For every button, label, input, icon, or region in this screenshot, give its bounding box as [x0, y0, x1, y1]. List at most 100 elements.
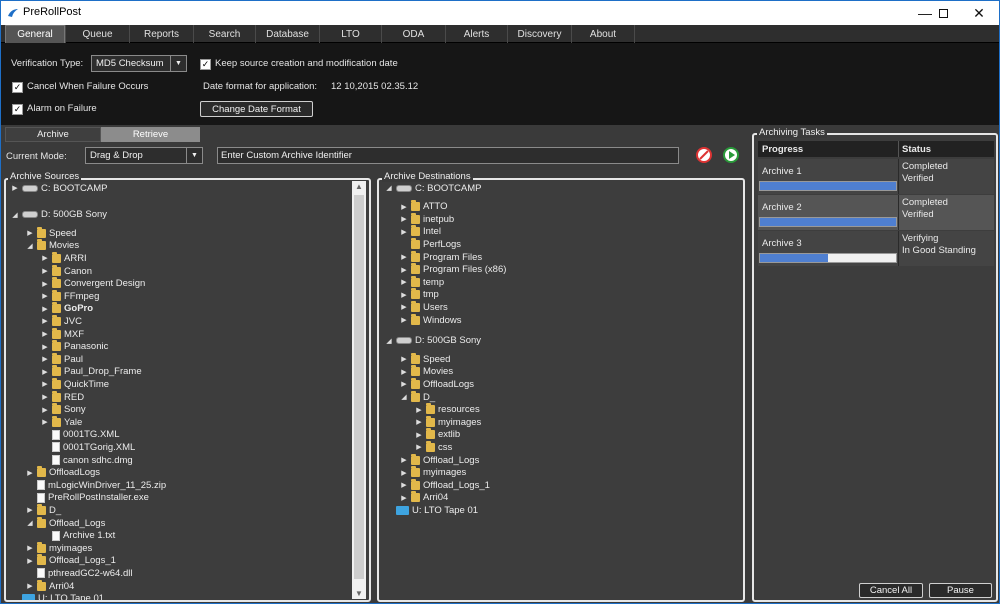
- tree-folder-item[interactable]: ▶ Sony: [40, 403, 86, 416]
- tab-database[interactable]: Database: [255, 25, 319, 43]
- task-row[interactable]: Archive 3 Verifying In Good Standing: [758, 231, 994, 266]
- tree-folder-item[interactable]: ▶ Arri04: [25, 579, 74, 592]
- tree-folder-item[interactable]: ▶ Movies: [399, 365, 453, 378]
- tree-folder-item[interactable]: ▶ Offload_Logs: [399, 453, 479, 466]
- cancel-all-button[interactable]: Cancel All: [859, 583, 923, 598]
- tab-alerts[interactable]: Alerts: [445, 25, 507, 43]
- tree-drive-item[interactable]: U: LTO Tape 01: [384, 504, 478, 516]
- pause-button[interactable]: Pause: [929, 583, 992, 598]
- archive-identifier-input[interactable]: Enter Custom Archive Identifier: [217, 147, 679, 164]
- tree-folder-item[interactable]: ▶ Canon: [40, 264, 92, 277]
- tree-folder-item[interactable]: ▶ Program Files: [399, 250, 482, 263]
- tree-folder-item[interactable]: ▶ FFmpeg: [40, 289, 99, 302]
- expand-arrow-icon[interactable]: ▶: [414, 406, 424, 414]
- tree-folder-item[interactable]: ▶ tmp: [399, 288, 439, 301]
- collapse-arrow-icon[interactable]: ◢: [399, 393, 409, 401]
- expand-arrow-icon[interactable]: ▶: [399, 494, 409, 502]
- expand-arrow-icon[interactable]: ▶: [40, 254, 50, 262]
- expand-arrow-icon[interactable]: ▶: [40, 380, 50, 388]
- tab-discovery[interactable]: Discovery: [507, 25, 571, 43]
- tab-reports[interactable]: Reports: [129, 25, 193, 43]
- expand-arrow-icon[interactable]: ▶: [10, 184, 20, 192]
- tree-file-item[interactable]: PreRollPostInstaller.exe: [25, 492, 149, 504]
- tree-folder-item[interactable]: ▶ RED: [40, 390, 84, 403]
- expand-arrow-icon[interactable]: ▶: [40, 267, 50, 275]
- tree-folder-item[interactable]: ▶ myimages: [25, 541, 92, 554]
- tree-folder-item[interactable]: ◢ Offload_Logs: [25, 516, 105, 529]
- tab-about[interactable]: About: [571, 25, 635, 43]
- expand-arrow-icon[interactable]: ▶: [399, 316, 409, 324]
- expand-arrow-icon[interactable]: ▶: [40, 393, 50, 401]
- cancel-failure-checkbox[interactable]: ✓: [12, 82, 23, 93]
- expand-arrow-icon[interactable]: ▶: [25, 557, 35, 565]
- tree-drive-item[interactable]: ◢ D: 500GB Sony: [384, 335, 481, 347]
- tree-folder-item[interactable]: ▶ QuickTime: [40, 377, 109, 390]
- tree-folder-item[interactable]: ▶ Speed: [25, 226, 76, 239]
- expand-arrow-icon[interactable]: ▶: [40, 330, 50, 338]
- expand-arrow-icon[interactable]: ▶: [414, 431, 424, 439]
- tree-folder-item[interactable]: ▶ Users: [399, 300, 448, 313]
- tree-folder-item[interactable]: ▶ OffloadLogs: [25, 466, 100, 479]
- expand-arrow-icon[interactable]: ▶: [399, 266, 409, 274]
- scroll-up-icon[interactable]: ▲: [355, 182, 363, 191]
- tab-queue[interactable]: Queue: [65, 25, 129, 43]
- verification-type-select[interactable]: MD5 Checksum ▼: [91, 55, 187, 72]
- tree-folder-item[interactable]: ▶ Offload_Logs_1: [399, 478, 490, 491]
- tree-folder-item[interactable]: ▶ Paul_Drop_Frame: [40, 365, 142, 378]
- tree-drive-item[interactable]: ◢ C: BOOTCAMP: [384, 182, 481, 194]
- tree-drive-item[interactable]: U: LTO Tape 01: [10, 593, 104, 600]
- expand-arrow-icon[interactable]: ▶: [25, 544, 35, 552]
- tree-folder-item[interactable]: ▶ ATTO: [399, 200, 447, 213]
- tree-folder-item[interactable]: ▶ myimages: [399, 466, 466, 479]
- expand-arrow-icon[interactable]: ▶: [25, 469, 35, 477]
- tree-folder-item[interactable]: ▶ Convergent Design: [40, 277, 145, 290]
- tree-folder-item[interactable]: ▶ myimages: [414, 415, 481, 428]
- tree-drive-item[interactable]: ▶ C: BOOTCAMP: [10, 182, 107, 194]
- collapse-arrow-icon[interactable]: ◢: [10, 211, 20, 219]
- tab-lto[interactable]: LTO: [319, 25, 381, 43]
- task-row[interactable]: Archive 2 Completed Verified: [758, 195, 994, 230]
- expand-arrow-icon[interactable]: ▶: [40, 406, 50, 414]
- tree-folder-item[interactable]: ▶ Arri04: [399, 491, 448, 504]
- expand-arrow-icon[interactable]: ▶: [399, 278, 409, 286]
- expand-arrow-icon[interactable]: ▶: [40, 280, 50, 288]
- expand-arrow-icon[interactable]: ▶: [40, 355, 50, 363]
- tree-folder-item[interactable]: ▶ Intel: [399, 225, 441, 238]
- expand-arrow-icon[interactable]: ▶: [399, 253, 409, 261]
- change-date-format-button[interactable]: Change Date Format: [200, 101, 313, 117]
- expand-arrow-icon[interactable]: ▶: [399, 469, 409, 477]
- tab-oda[interactable]: ODA: [381, 25, 445, 43]
- expand-arrow-icon[interactable]: ▶: [399, 203, 409, 211]
- tree-folder-item[interactable]: ▶ OffloadLogs: [399, 377, 474, 390]
- expand-arrow-icon[interactable]: ▶: [399, 303, 409, 311]
- expand-arrow-icon[interactable]: ▶: [40, 343, 50, 351]
- expand-arrow-icon[interactable]: ▶: [399, 456, 409, 464]
- maximize-button[interactable]: [925, 1, 961, 25]
- expand-arrow-icon[interactable]: ▶: [25, 506, 35, 514]
- tree-file-item[interactable]: Archive 1.txt: [40, 530, 115, 542]
- expand-arrow-icon[interactable]: ▶: [25, 229, 35, 237]
- collapse-arrow-icon[interactable]: ◢: [25, 242, 35, 250]
- tree-folder-item[interactable]: ▶ Program Files (x86): [399, 263, 506, 276]
- expand-arrow-icon[interactable]: ▶: [399, 228, 409, 236]
- expand-arrow-icon[interactable]: ▶: [399, 481, 409, 489]
- tree-file-item[interactable]: 0001TGorig.XML: [40, 441, 135, 453]
- expand-arrow-icon[interactable]: ▶: [399, 215, 409, 223]
- tree-folder-item[interactable]: ▶ Speed: [399, 352, 450, 365]
- expand-arrow-icon[interactable]: ▶: [40, 317, 50, 325]
- expand-arrow-icon[interactable]: ▶: [25, 582, 35, 590]
- start-button[interactable]: [723, 147, 739, 163]
- tree-folder-item[interactable]: ◢ D_: [399, 390, 435, 403]
- tree-folder-item[interactable]: ▶ Windows: [399, 313, 462, 326]
- expand-arrow-icon[interactable]: ▶: [414, 443, 424, 451]
- collapse-arrow-icon[interactable]: ◢: [25, 519, 35, 527]
- tree-folder-item[interactable]: ▶ css: [414, 440, 452, 453]
- tree-folder-item[interactable]: ▶ GoPro: [40, 302, 93, 315]
- tree-folder-item[interactable]: ▶ inetpub: [399, 212, 454, 225]
- subtab-retrieve[interactable]: Retrieve: [101, 127, 200, 142]
- close-button[interactable]: ✕: [961, 1, 997, 25]
- tree-file-item[interactable]: pthreadGC2-w64.dll: [25, 567, 133, 579]
- keep-dates-checkbox[interactable]: ✓: [200, 59, 211, 70]
- expand-arrow-icon[interactable]: ▶: [40, 305, 50, 313]
- tree-file-item[interactable]: 0001TG.XML: [40, 429, 120, 441]
